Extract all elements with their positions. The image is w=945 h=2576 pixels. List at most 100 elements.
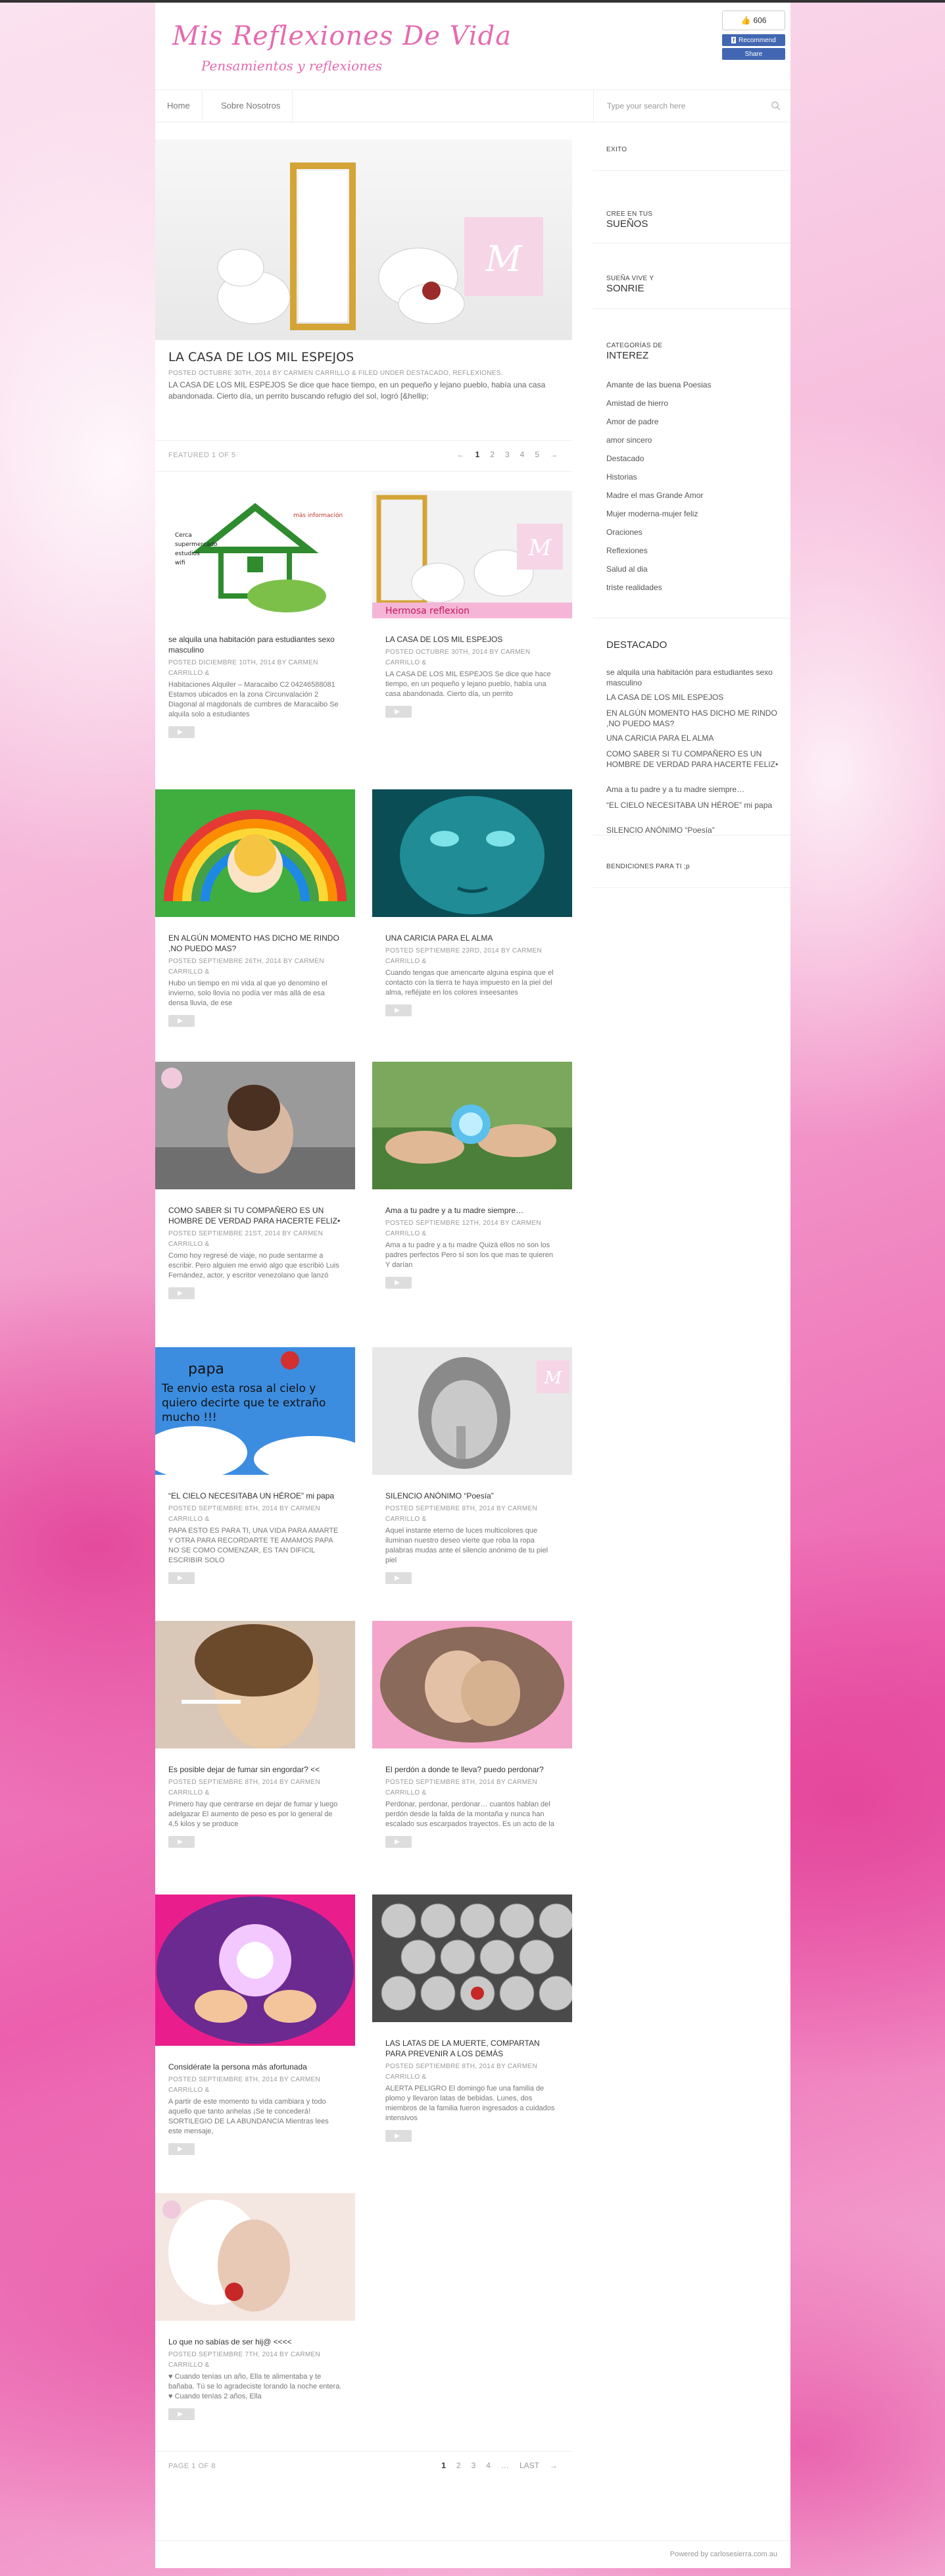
post-image-hands-globe[interactable] [372, 1062, 572, 1189]
post-image-hug[interactable] [372, 1621, 572, 1748]
post-excerpt: Perdonar, perdonar, perdonar… cuantos ha… [385, 1800, 554, 1828]
site-title[interactable]: Mis Reflexiones De Vida [172, 21, 512, 51]
read-more-button[interactable] [168, 726, 195, 738]
featured-prev-button[interactable]: ← [457, 450, 465, 459]
featured-next-button[interactable]: → [550, 450, 558, 459]
category-link[interactable]: Amante de las buena Poesias [606, 380, 711, 389]
read-more-button[interactable] [385, 706, 412, 718]
like-count-button[interactable]: 👍 606 [722, 11, 785, 30]
page-next-button[interactable]: → [550, 2461, 558, 2470]
post-image-teal-face[interactable] [372, 789, 572, 917]
post-image-rainbow-child[interactable] [155, 789, 355, 917]
page-2[interactable]: 2 [456, 2461, 461, 2470]
image-overlay-line: quiero decirte que te extraño [162, 1397, 326, 1410]
post-title[interactable]: se alquila una habitación para estudiant… [168, 634, 342, 655]
recommend-button[interactable]: f Recommend [722, 34, 785, 46]
search-input[interactable] [607, 99, 765, 112]
search-icon[interactable] [771, 101, 781, 111]
read-more-button[interactable] [385, 1277, 412, 1289]
featured-page-numbers: ← 1 2 3 4 5 → [457, 450, 558, 459]
read-more-button[interactable] [168, 2408, 195, 2420]
post-meta: POSTED SEPTIEMBRE 8TH, 2014 BY CARMEN CA… [168, 2076, 320, 2094]
post-image-sky-papa[interactable]: papa Te envio esta rosa al cielo y quier… [155, 1347, 355, 1475]
category-link[interactable]: amor sincero [606, 435, 652, 445]
featured-link[interactable]: SILENCIO ANÓNIMO “Poesía” [606, 825, 784, 835]
svg-text:Cerca: Cerca [175, 532, 192, 539]
read-more-button[interactable] [168, 1836, 195, 1848]
category-link[interactable]: Salud al dia [606, 564, 648, 574]
featured-link[interactable]: EN ALGÚN MOMENTO HAS DICHO ME RINDO ,NO … [606, 708, 784, 729]
featured-page-5[interactable]: 5 [535, 450, 539, 459]
read-more-button[interactable] [168, 1015, 195, 1027]
post-card: UNA CARICIA PARA EL ALMA POSTED SEPTIEMB… [372, 789, 572, 1016]
post-meta: POSTED SEPTIEMBRE 12TH, 2014 BY CARMEN C… [385, 1220, 541, 1237]
widget-title-big: DESTACADO [606, 639, 667, 651]
share-button[interactable]: Share [722, 48, 785, 60]
post-title[interactable]: Ama a tu padre y a tu madre siempre… [385, 1205, 559, 1216]
category-link[interactable]: Historias [606, 472, 637, 482]
read-more-button[interactable] [385, 1836, 412, 1848]
post-title[interactable]: Es posible dejar de fumar sin engordar? … [168, 1764, 342, 1775]
page-last[interactable]: LAST [520, 2461, 539, 2470]
page-1[interactable]: 1 [441, 2461, 446, 2470]
post-meta: POSTED SEPTIEMBRE 8TH, 2014 BY CARMEN CA… [385, 1505, 537, 1523]
post-excerpt: Hubo un tiempo en mi vida al que yo deno… [168, 979, 327, 1007]
featured-link[interactable]: COMO SABER SI TU COMPAÑERO ES UN HOMBRE … [606, 749, 784, 770]
image-caption: Hermosa reflexion [385, 606, 470, 616]
category-link[interactable]: Amistad de hierro [606, 399, 668, 408]
read-more-button[interactable] [385, 1004, 412, 1016]
footer-credit[interactable]: Powered by carlosesierra.com.au [670, 2550, 777, 2558]
category-link[interactable]: Oraciones [606, 528, 642, 537]
featured-link[interactable]: Ama a tu padre y a tu madre siempre… [606, 784, 784, 795]
widget-exito: EXITO [593, 122, 790, 171]
post-title[interactable]: COMO SABER SI TU COMPAÑERO ES UN HOMBRE … [168, 1205, 342, 1226]
post-title[interactable]: Lo que no sabías de ser hij@ <<<< [168, 2337, 342, 2347]
read-more-button[interactable] [168, 2143, 195, 2155]
read-more-button[interactable] [168, 1572, 195, 1584]
post-title[interactable]: UNA CARICIA PARA EL ALMA [385, 933, 559, 943]
post-image-house-ad[interactable]: Cerca supermercado estudios wifi más inf… [155, 491, 355, 618]
post-title[interactable]: LA CASA DE LOS MIL ESPEJOS [385, 634, 559, 645]
post-title[interactable]: Considérate la persona más afortunada [168, 2062, 342, 2072]
featured-link[interactable]: se alquila una habitación para estudiant… [606, 667, 784, 688]
post-image-smoker[interactable] [155, 1621, 355, 1748]
post-image-angel-rose[interactable] [155, 2193, 355, 2321]
page-4[interactable]: 4 [486, 2461, 491, 2470]
page-3[interactable]: 3 [472, 2461, 476, 2470]
image-overlay-line: Te envio esta rosa al cielo y [161, 1382, 316, 1395]
post-title[interactable]: EN ALGÚN MOMENTO HAS DICHO ME RINDO ,NO … [168, 933, 342, 954]
post-title[interactable]: LAS LATAS DE LA MUERTE, COMPARTAN PARA P… [385, 2038, 559, 2059]
category-link[interactable]: Reflexiones [606, 546, 648, 555]
nav-home[interactable]: Home [155, 90, 203, 122]
post-image-cans[interactable] [372, 1895, 572, 2022]
hero-image[interactable]: M [155, 139, 572, 340]
category-link[interactable]: Amor de padre [606, 417, 658, 426]
category-link[interactable]: Destacado [606, 454, 644, 463]
featured-link[interactable]: LA CASA DE LOS MIL ESPEJOS [606, 692, 784, 703]
post-image-dogs-mirror[interactable]: M Hermosa reflexion [372, 491, 572, 618]
post-card: El perdón a donde te lleva? puedo perdon… [372, 1621, 572, 1848]
post-title[interactable]: “EL CIELO NECESITABA UN HÉROE” mi papa [168, 1491, 342, 1501]
featured-page-3[interactable]: 3 [505, 450, 510, 459]
recommend-label: Recommend [739, 36, 776, 44]
post-image-child-shh[interactable]: M [372, 1347, 572, 1475]
category-link[interactable]: triste realidades [606, 583, 662, 592]
post-image-glow-hands[interactable] [155, 1895, 355, 2046]
category-link[interactable]: Mujer moderna-mujer feliz [606, 509, 698, 518]
nav-sobre-nosotros[interactable]: Sobre Nosotros [209, 90, 293, 122]
hero-title[interactable]: LA CASA DE LOS MIL ESPEJOS [168, 350, 354, 364]
featured-page-4[interactable]: 4 [520, 450, 525, 459]
read-more-button[interactable] [385, 1572, 412, 1584]
post-image-sad-girl[interactable] [155, 1062, 355, 1189]
featured-link[interactable]: “EL CIELO NECESITABA UN HÉROE” mi papa [606, 800, 784, 810]
category-link[interactable]: Madre el mas Grande Amor [606, 491, 703, 500]
read-more-button[interactable] [385, 2130, 412, 2142]
widget-title-small: CATEGORÍAS DE [606, 342, 663, 349]
featured-page-1[interactable]: 1 [475, 450, 480, 459]
post-title[interactable]: El perdón a donde te lleva? puedo perdon… [385, 1764, 559, 1775]
featured-link[interactable]: UNA CARICIA PARA EL ALMA [606, 733, 784, 743]
read-more-button[interactable] [168, 1287, 195, 1299]
featured-page-2[interactable]: 2 [490, 450, 495, 459]
post-title[interactable]: SILENCIO ANÓNIMO “Poesía” [385, 1491, 559, 1501]
post-excerpt: Ama a tu padre y a tu madre Quizá ellos … [385, 1241, 553, 1269]
